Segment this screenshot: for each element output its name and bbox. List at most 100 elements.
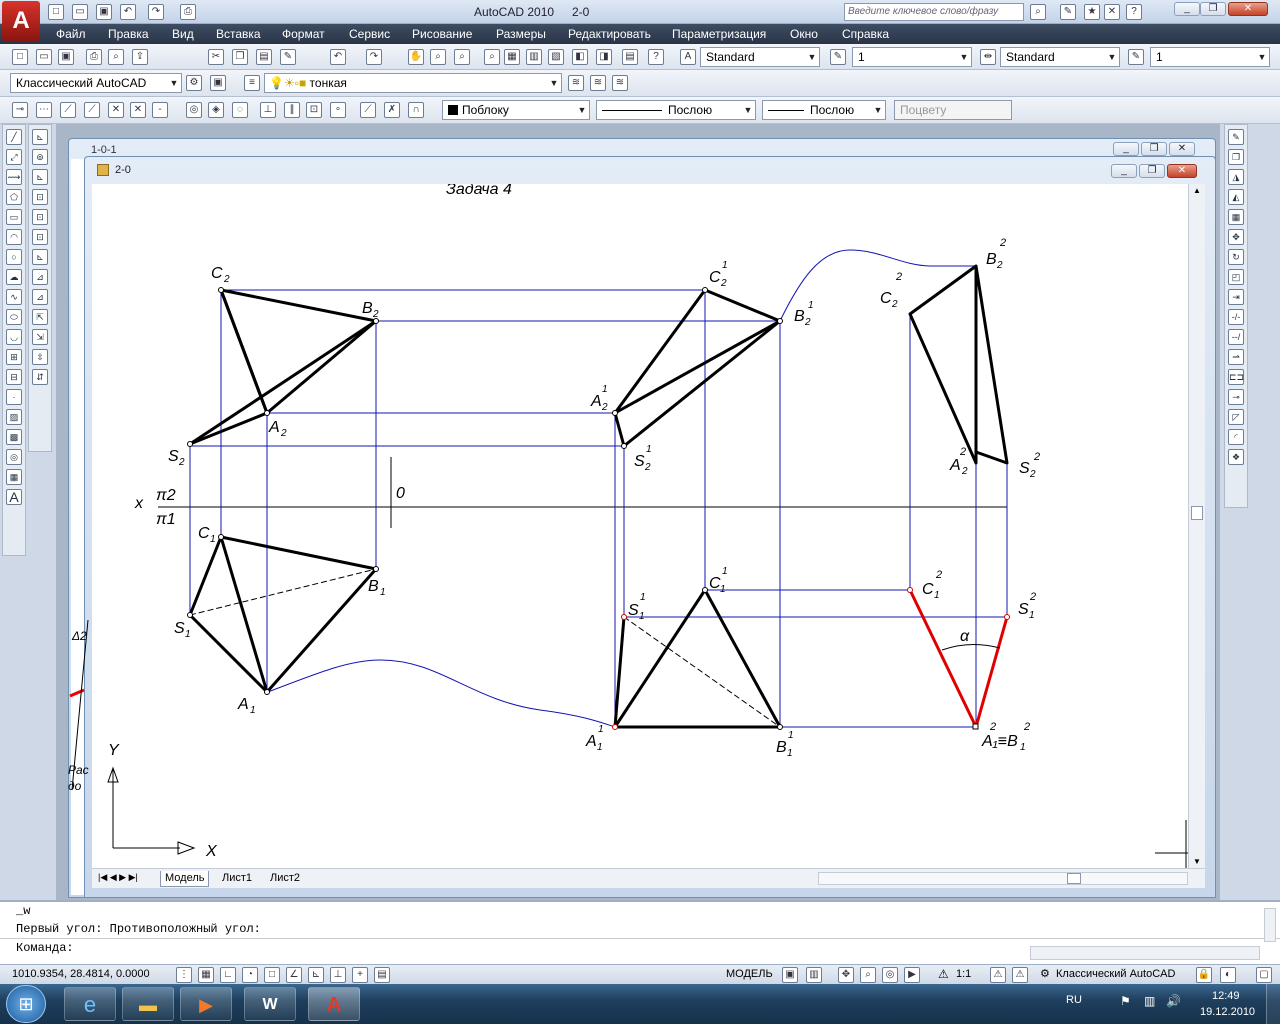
search-tools-icon[interactable]: ✎ [1060, 4, 1076, 20]
point-icon[interactable]: · [6, 389, 22, 405]
tab-model[interactable]: Модель [160, 871, 210, 887]
autocad-taskbar-icon[interactable]: A [308, 987, 360, 1021]
quick-access-save-icon[interactable]: ▣ [96, 4, 112, 20]
word-taskbar-icon[interactable]: W [244, 987, 296, 1021]
publish-icon[interactable]: ⇪ [132, 49, 148, 65]
osnap-settings-icon[interactable]: ∩ [408, 102, 424, 118]
design-center-icon[interactable]: ▥ [526, 49, 542, 65]
vertical-scrollbar[interactable]: ▲ ▼ [1188, 184, 1205, 868]
media-player-taskbar-icon[interactable]: ▶ [180, 987, 232, 1021]
menu-view[interactable]: Вид [172, 27, 194, 41]
snap-extension-icon[interactable]: ⋯ [36, 102, 52, 118]
array-icon[interactable]: ▦ [1228, 209, 1244, 225]
calculator-icon[interactable]: ▤ [622, 49, 638, 65]
markup-icon[interactable]: ◨ [596, 49, 612, 65]
annotation-scale[interactable]: 1:1 [956, 968, 971, 980]
app-restore-button[interactable]: ❐ [1200, 2, 1226, 16]
dim-baseline-icon[interactable]: ⇱ [32, 309, 48, 325]
quick-access-new-icon[interactable]: □ [48, 4, 64, 20]
menu-help[interactable]: Справка [842, 27, 889, 41]
object-snap-icon[interactable]: □ [264, 967, 280, 983]
hatch-icon[interactable]: ▨ [6, 409, 22, 425]
menu-dimension[interactable]: Размеры [496, 27, 546, 41]
linetype-select[interactable]: Послою ▼ [596, 100, 756, 120]
erase-icon[interactable]: ✎ [1228, 129, 1244, 145]
dim-ordinate-icon[interactable]: ⊡ [32, 189, 48, 205]
rectangle-icon[interactable]: ▭ [6, 209, 22, 225]
coordinates-readout[interactable]: 1010.9354, 28.4814, 0.0000 [12, 968, 150, 980]
snap-midpoint-icon[interactable]: ⟋ [60, 102, 76, 118]
snap-apparent-icon[interactable]: ✕ [130, 102, 146, 118]
snap-tangent-circle-icon[interactable]: ◌ [232, 102, 248, 118]
dim-quick-icon[interactable]: ⊿ [32, 289, 48, 305]
quick-access-redo-icon[interactable]: ↷ [148, 4, 164, 20]
extend-icon[interactable]: --/ [1228, 329, 1244, 345]
menu-format[interactable]: Формат [282, 27, 325, 41]
new-icon[interactable]: □ [12, 49, 28, 65]
menu-edit[interactable]: Правка [108, 27, 149, 41]
insert-block-icon[interactable]: ⊞ [6, 349, 22, 365]
search-input[interactable]: Введите ключевое слово/фразу [844, 3, 1024, 21]
sheet-set-icon[interactable]: ◧ [572, 49, 588, 65]
lineweight-toggle-icon[interactable]: + [352, 967, 368, 983]
quick-properties-icon[interactable]: ▤ [374, 967, 390, 983]
language-indicator[interactable]: RU [1066, 994, 1082, 1006]
pan-icon[interactable]: ✋ [408, 49, 424, 65]
polygon-icon[interactable]: ⬠ [6, 189, 22, 205]
move-icon[interactable]: ✥ [1228, 229, 1244, 245]
dynamic-ucs-icon[interactable]: ⊾ [308, 967, 324, 983]
break-at-point-icon[interactable]: ⇀ [1228, 349, 1244, 365]
text-height-select[interactable]: 1 ▼ [852, 47, 972, 67]
horizontal-scrollbar[interactable] [818, 872, 1188, 885]
ellipse-arc-icon[interactable]: ◡ [6, 329, 22, 345]
rotate-icon[interactable]: ↻ [1228, 249, 1244, 265]
scroll-up-icon[interactable]: ▲ [1193, 186, 1201, 195]
dim-aligned-icon[interactable]: ⊚ [32, 149, 48, 165]
snap-insert-icon[interactable]: ⊡ [306, 102, 322, 118]
dim-arc-icon[interactable]: ⊾ [32, 169, 48, 185]
copy-icon[interactable]: ❐ [232, 49, 248, 65]
gradient-icon[interactable]: ▩ [6, 429, 22, 445]
communication-center-icon[interactable]: ★ [1084, 4, 1100, 20]
front-minimize-button[interactable]: _ [1111, 164, 1137, 178]
dim-style-select[interactable]: Standard ▼ [1000, 47, 1120, 67]
dim-space-icon[interactable]: ⇳ [32, 349, 48, 365]
layer-select[interactable]: 💡☀▫■ тонкая ▼ [264, 73, 562, 93]
layer-properties-icon[interactable]: ≡ [244, 75, 260, 91]
menu-insert[interactable]: Вставка [216, 27, 261, 41]
trim-icon[interactable]: -/- [1228, 309, 1244, 325]
help-icon[interactable]: ? [1126, 4, 1142, 20]
arc-icon[interactable]: ◠ [6, 229, 22, 245]
back-minimize-button[interactable]: _ [1113, 142, 1139, 156]
layer-previous-icon[interactable]: ≋ [590, 75, 606, 91]
tray-volume-icon[interactable]: 🔊 [1166, 994, 1181, 1008]
plot-preview-icon[interactable]: ⌕ [108, 49, 124, 65]
help-toolbar-icon[interactable]: ? [648, 49, 664, 65]
dim-linear-icon[interactable]: ⊾ [32, 129, 48, 145]
command-window[interactable]: _w Первый угол: Противоположный угол: Ко… [0, 900, 1280, 964]
match-properties-icon[interactable]: ✎ [280, 49, 296, 65]
dim-style-icon[interactable]: ⇹ [980, 49, 996, 65]
snap-center-icon[interactable]: ◎ [186, 102, 202, 118]
quick-access-plot-icon[interactable]: ⎙ [180, 4, 196, 20]
clock-time[interactable]: 12:49 [1212, 990, 1240, 1002]
color-select[interactable]: Поблоку ▼ [442, 100, 590, 120]
tool-palettes-icon[interactable]: ▧ [548, 49, 564, 65]
auto-scale-icon[interactable]: ⚠ [1012, 967, 1028, 983]
make-block-icon[interactable]: ⊟ [6, 369, 22, 385]
quick-access-undo-icon[interactable]: ↶ [120, 4, 136, 20]
zoom-realtime-icon[interactable]: ⌕ [430, 49, 446, 65]
menu-modify[interactable]: Редактировать [568, 27, 651, 41]
isolate-objects-icon[interactable]: ◐ [1220, 967, 1236, 983]
text-height-icon[interactable]: ✎ [830, 49, 846, 65]
workspace-select[interactable]: Классический AutoCAD ▼ [10, 73, 182, 93]
table-icon[interactable]: ▦ [6, 469, 22, 485]
snap-nearest-icon[interactable]: ⟋ [360, 102, 376, 118]
undo-icon[interactable]: ↶ [330, 49, 346, 65]
snap-intersection-icon[interactable]: ✕ [108, 102, 124, 118]
tab-layout2[interactable]: Лист2 [266, 871, 304, 887]
revision-cloud-icon[interactable]: ☁ [6, 269, 22, 285]
lock-ui-icon[interactable]: 🔒 [1196, 967, 1212, 983]
polyline-icon[interactable]: ⟿ [6, 169, 22, 185]
layer-state-manager-icon[interactable]: ≋ [612, 75, 628, 91]
